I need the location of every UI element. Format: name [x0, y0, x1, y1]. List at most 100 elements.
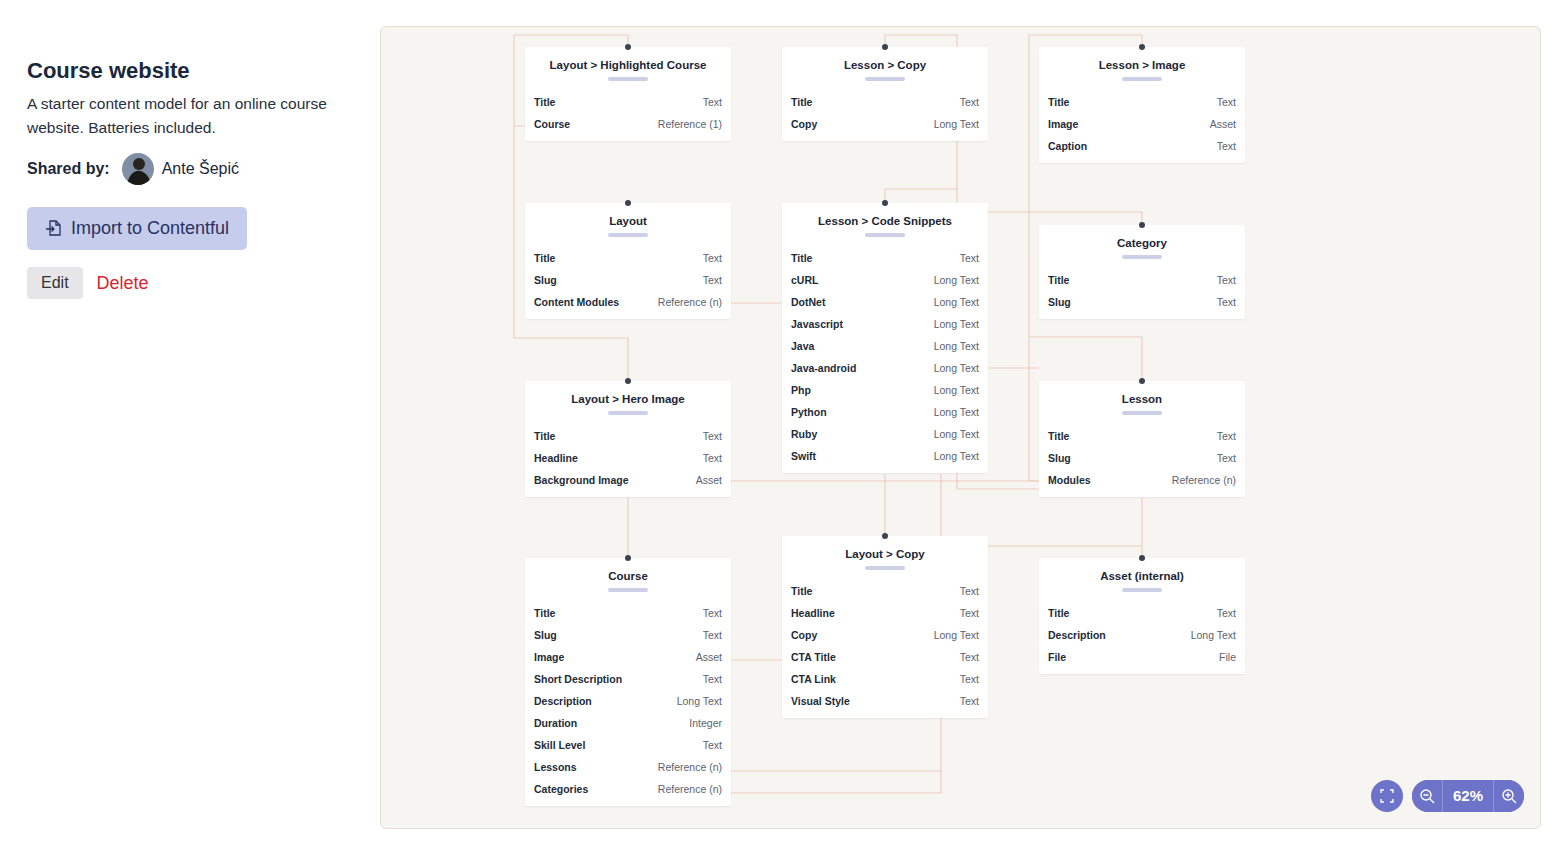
field-row: CTA Link Text	[782, 669, 988, 691]
field-row: CopyLong Text	[782, 114, 988, 136]
field-type: Long Text	[934, 117, 979, 133]
edit-button[interactable]: Edit	[27, 267, 83, 299]
field-row: CTA TitleText	[782, 647, 988, 669]
field-type: Text	[960, 251, 979, 267]
field-row: SlugText	[1039, 448, 1245, 470]
field-type: Text	[960, 672, 979, 688]
node-title: Course	[525, 569, 731, 583]
node-header: Course	[525, 558, 731, 603]
content-type-node[interactable]: Lesson TitleTextSlugTextModulesReference …	[1039, 381, 1245, 497]
field-row: TitleText	[1039, 426, 1245, 448]
drag-handle[interactable]	[865, 233, 905, 237]
content-type-node[interactable]: Category Title TextSlugText	[1039, 225, 1245, 319]
field-type: Text	[703, 251, 722, 267]
field-name: Headline	[791, 606, 835, 622]
field-row: Caption Text	[1039, 136, 1245, 158]
content-type-node[interactable]: CourseTitleTextSlugTextImageAssetShort D…	[525, 558, 731, 806]
field-row: FileFile	[1039, 647, 1245, 669]
field-row: LessonsReference (n)	[525, 757, 731, 779]
field-type: Reference (1)	[658, 117, 722, 133]
field-name: Content Modules	[534, 295, 619, 311]
field-type: Long Text	[934, 383, 979, 399]
field-type: Long Text	[934, 273, 979, 289]
field-row: HeadlineText	[782, 603, 988, 625]
node-title: Asset (internal)	[1039, 569, 1245, 583]
zoom-in-button[interactable]	[1494, 780, 1524, 812]
field-name: Title	[1048, 273, 1069, 289]
field-row: Skill LevelText	[525, 735, 731, 757]
node-title: Lesson > Copy	[782, 58, 988, 72]
field-type: Text	[703, 451, 722, 467]
delete-button[interactable]: Delete	[91, 266, 155, 301]
drag-handle[interactable]	[608, 77, 648, 81]
field-name: Java-android	[791, 361, 856, 377]
drag-handle[interactable]	[865, 566, 905, 570]
drag-handle[interactable]	[1122, 588, 1162, 592]
content-type-node[interactable]: Layout > CopyTitleTextHeadlineTextCopyLo…	[782, 536, 988, 718]
field-name: Title	[534, 95, 555, 111]
node-title: Category	[1039, 236, 1245, 250]
node-title: Lesson	[1039, 392, 1245, 406]
drag-handle[interactable]	[1122, 255, 1162, 259]
field-type: Text	[1217, 139, 1236, 155]
drag-handle[interactable]	[865, 77, 905, 81]
drag-handle[interactable]	[1122, 77, 1162, 81]
content-type-node[interactable]: Lesson > Copy TitleTextCopyLong Text	[782, 47, 988, 141]
diagram-canvas[interactable]: Layout > Highlighted CourseTitleTextCour…	[380, 26, 1541, 829]
connector-dot	[625, 200, 631, 206]
node-header: Layout > Copy	[782, 536, 988, 581]
content-type-node[interactable]: Layout > Hero ImageTitleTextHeadlineText…	[525, 381, 731, 497]
field-row: Background ImageAsset	[525, 470, 731, 492]
import-button[interactable]: Import to Contentful	[27, 207, 247, 250]
field-type: Text	[703, 273, 722, 289]
field-type: Text	[1217, 95, 1236, 111]
fullscreen-button[interactable]	[1371, 780, 1403, 812]
drag-handle[interactable]	[608, 233, 648, 237]
avatar-icon	[122, 153, 154, 185]
drag-handle[interactable]	[1122, 411, 1162, 415]
field-row: TitleText	[782, 248, 988, 270]
field-name: Title	[791, 584, 812, 600]
field-name: Caption	[1048, 139, 1087, 155]
field-name: Background Image	[534, 473, 629, 489]
drag-handle[interactable]	[608, 588, 648, 592]
node-header: Category	[1039, 225, 1245, 270]
field-name: Title	[1048, 606, 1069, 622]
content-type-node[interactable]: Lesson > Code SnippetsTitleTextcURLLong …	[782, 203, 988, 473]
field-row: DescriptionLong Text	[1039, 625, 1245, 647]
content-type-node[interactable]: Layout > Highlighted CourseTitleTextCour…	[525, 47, 731, 141]
field-name: Image	[534, 650, 564, 666]
field-name: CTA Link	[791, 672, 836, 688]
field-row: TitleText	[782, 92, 988, 114]
content-type-node[interactable]: Lesson > ImageTitleTextImageAssetCaption…	[1039, 47, 1245, 163]
field-type: Text	[1217, 606, 1236, 622]
import-label: Import to Contentful	[71, 215, 229, 242]
connector-dot	[882, 200, 888, 206]
field-row: JavaLong Text	[782, 336, 988, 358]
field-type: Text	[1217, 295, 1236, 311]
connector-dot	[1139, 44, 1145, 50]
content-type-node[interactable]: Asset (internal) Title Text DescriptionLong…	[1039, 558, 1245, 674]
field-row: Content ModulesReference (n)	[525, 292, 731, 314]
field-name: Swift	[791, 449, 816, 465]
field-row: cURLLong Text	[782, 270, 988, 292]
zoom-out-button[interactable]	[1412, 780, 1442, 812]
field-name: Title	[534, 251, 555, 267]
field-type: Long Text	[934, 405, 979, 421]
field-name: Skill Level	[534, 738, 585, 754]
shared-by-name[interactable]: Ante Šepić	[162, 157, 239, 181]
field-type: Asset	[1210, 117, 1236, 133]
field-row: ModulesReference (n)	[1039, 470, 1245, 492]
node-header: Lesson	[1039, 381, 1245, 426]
field-name: Duration	[534, 716, 577, 732]
content-type-node[interactable]: LayoutTitleTextSlugTextContent ModulesRe…	[525, 203, 731, 319]
zoom-pill: 62%	[1412, 780, 1524, 812]
field-row: SlugText	[1039, 292, 1245, 314]
node-header: Asset (internal)	[1039, 558, 1245, 603]
drag-handle[interactable]	[608, 411, 648, 415]
field-type: Long Text	[677, 694, 722, 710]
field-type: Long Text	[934, 339, 979, 355]
field-name: Description	[1048, 628, 1106, 644]
page-title: Course website	[27, 58, 364, 84]
shared-by: Shared by: Ante Šepić	[27, 153, 364, 185]
